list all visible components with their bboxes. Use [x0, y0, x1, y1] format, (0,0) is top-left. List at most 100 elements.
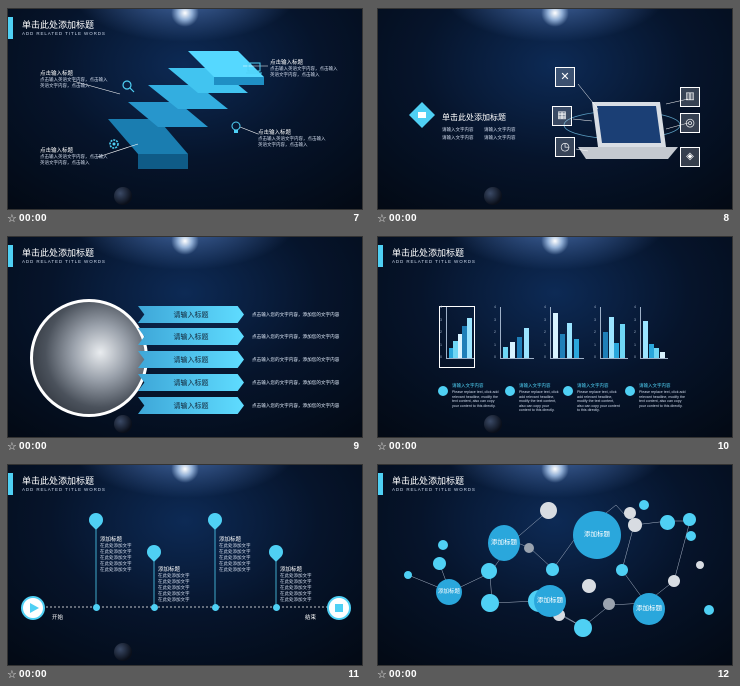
stairs-graphic	[72, 51, 268, 169]
timeline-dot-3	[212, 604, 219, 611]
bubble-label-1: 添加标题	[488, 525, 520, 561]
slide-number: 12	[717, 669, 729, 680]
y-tick-label: 2	[494, 330, 496, 334]
play-button[interactable]	[21, 596, 45, 620]
slide-canvas: 单击此处添加标题 ADD RELATED TITLE WORDS 请输入标题 请…	[7, 236, 363, 438]
slide-thumb-12[interactable]: 单击此处添加标题 ADD RELATED TITLE WORDS 添加标题 添加…	[377, 464, 733, 686]
banner-2: 请输入标题	[138, 328, 244, 345]
bar	[560, 334, 565, 358]
caption-text-2: Please replace text, click add relevant …	[519, 390, 559, 413]
y-tick-label: 4	[544, 305, 546, 309]
y-tick-label: 3	[440, 317, 442, 322]
bar	[517, 336, 522, 358]
y-tick-label: 1	[634, 342, 636, 347]
node	[582, 579, 596, 593]
mini-chart-1: 4 3 2 1 0	[439, 305, 475, 368]
timeline-dot-1	[93, 604, 100, 611]
bar	[503, 346, 508, 358]
slide-number: 9	[353, 441, 359, 452]
slide-thumb-11[interactable]: 单击此处添加标题 ADD RELATED TITLE WORDS 添加标题 在此…	[7, 464, 363, 686]
slide-canvas: 单击此处添加标题 ADD RELATED TITLE WORDS	[377, 464, 733, 666]
slide-subtitle: ADD RELATED TITLE WORDS	[392, 259, 476, 264]
star-icon[interactable]: ☆	[377, 440, 387, 453]
banner-5: 请输入标题	[138, 397, 244, 414]
slide-title: 单击此处添加标题	[392, 248, 465, 258]
bubble-label-2: 添加标题	[573, 511, 621, 559]
slide-thumb-9[interactable]: 单击此处添加标题 ADD RELATED TITLE WORDS 请输入标题 请…	[7, 236, 363, 458]
text-1: 请输入文字内容	[442, 127, 474, 132]
planet-icon	[484, 187, 502, 205]
transition-time: 00:00	[389, 441, 418, 452]
star-icon[interactable]: ☆	[7, 668, 17, 681]
node	[616, 564, 628, 576]
slide-number: 8	[723, 213, 729, 224]
planet-icon	[114, 415, 132, 433]
node	[668, 575, 680, 587]
caption-marker-1	[438, 386, 448, 396]
search-icon	[122, 80, 135, 93]
stop-button[interactable]	[327, 596, 351, 620]
star-icon[interactable]: ☆	[7, 440, 17, 453]
y-tick-label: 4	[440, 305, 442, 309]
tools-icon: ✕	[555, 67, 575, 87]
y-tick-label: 1	[594, 342, 596, 347]
node	[438, 540, 448, 550]
title-accent-bar	[378, 245, 383, 267]
slide-title: 单击此处添加标题	[442, 113, 506, 122]
banner-desc-5: 点击输入您的文字内容，添加您的文字内容	[252, 403, 340, 408]
transition-time: 00:00	[389, 213, 418, 224]
title-accent-bar	[8, 245, 13, 267]
swirl-icon: ◎	[680, 113, 700, 133]
node	[683, 513, 696, 526]
x-axis	[600, 358, 628, 359]
y-tick-label: 0	[544, 355, 546, 359]
slide-number: 10	[717, 441, 729, 452]
y-tick-label: 2	[544, 330, 546, 334]
node	[546, 563, 559, 576]
x-axis	[500, 358, 534, 359]
node	[628, 518, 642, 532]
node	[574, 619, 592, 637]
laptop-graphic	[563, 83, 689, 159]
timeline-graphic	[46, 525, 328, 608]
star-icon[interactable]: ☆	[377, 212, 387, 225]
y-tick-label: 4	[494, 305, 496, 309]
caption-text-4: Please replace text, click add relevant …	[639, 390, 686, 408]
bubble-label-4: 添加标题	[534, 585, 566, 617]
banner-desc-4: 点击输入您的文字内容，添加您的文字内容	[252, 380, 340, 385]
banner-desc-3: 点击输入您的文字内容，添加您的文字内容	[252, 357, 340, 362]
step-title-3: 添加标题	[219, 537, 242, 543]
slide-thumb-10[interactable]: 单击此处添加标题 ADD RELATED TITLE WORDS 4321043…	[377, 236, 733, 458]
slide-thumb-8[interactable]: 单击此处添加标题 请输入文字内容 请输入文字内容 请输入文字内容 请输入文字内容…	[377, 8, 733, 230]
star-icon[interactable]: ☆	[7, 212, 17, 225]
bubble-label-3: 添加标题	[436, 579, 462, 605]
star-icon[interactable]: ☆	[377, 668, 387, 681]
transition-time: 00:00	[19, 213, 48, 224]
y-tick-label: 3	[494, 317, 496, 322]
banner-desc-2: 点击输入您的文字内容，添加您的文字内容	[252, 334, 340, 339]
y-tick-label: 4	[594, 305, 596, 309]
slide-subtitle: ADD RELATED TITLE WORDS	[22, 259, 106, 264]
planet-icon	[484, 415, 502, 433]
slide-number: 7	[353, 213, 359, 224]
banner-3: 请输入标题	[138, 351, 244, 368]
x-axis	[550, 358, 584, 359]
slide-canvas: 单击此处添加标题 ADD RELATED TITLE WORDS 添加标题 在此…	[7, 464, 363, 666]
bar	[619, 324, 625, 358]
bar-chart-icon: ▥	[680, 87, 700, 107]
bar	[553, 313, 558, 358]
caption-title-3: 请输入文字内容	[577, 383, 609, 388]
slide-thumb-7[interactable]: 单击此处添加标题 ADD RELATED TITLE WORDS 点击输入标题 …	[7, 8, 363, 230]
x-axis	[640, 358, 668, 359]
slide-title: 单击此处添加标题	[22, 248, 95, 258]
bar	[603, 331, 608, 358]
node	[433, 557, 446, 570]
clock-icon: ◷	[555, 137, 575, 157]
transition-time: 00:00	[19, 441, 48, 452]
callout-title-3: 点击输入标题	[40, 148, 74, 154]
caption-text-1: Please replace text, click add relevant …	[452, 390, 499, 408]
y-tick-label: 0	[494, 355, 496, 359]
tag-icon: ◈	[680, 147, 700, 167]
stop-icon	[335, 604, 343, 612]
bar	[608, 316, 614, 358]
